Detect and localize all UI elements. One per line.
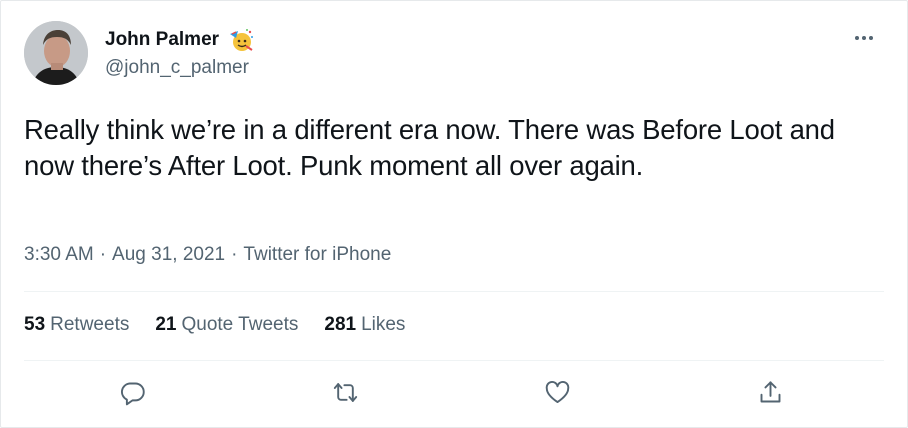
reply-icon[interactable] xyxy=(112,372,152,412)
user-info: John Palmer @john_c_palmer xyxy=(105,28,254,80)
stat-label: Likes xyxy=(361,314,406,335)
party-face-icon xyxy=(228,28,254,52)
stat-quote-tweets[interactable]: 21 Quote Tweets xyxy=(155,313,298,337)
action-bar xyxy=(0,372,908,412)
tweet-date[interactable]: Aug 31, 2021 xyxy=(112,244,225,265)
avatar[interactable] xyxy=(24,21,88,85)
stat-count: 281 xyxy=(324,314,357,335)
stat-likes[interactable]: 281 Likes xyxy=(324,313,405,337)
meta-separator: · xyxy=(99,244,107,265)
stat-label: Quote Tweets xyxy=(181,314,299,335)
divider xyxy=(24,291,884,292)
divider xyxy=(24,360,884,361)
meta-separator: · xyxy=(231,244,238,265)
tweet-source[interactable]: Twitter for iPhone xyxy=(243,244,391,265)
display-name[interactable]: John Palmer xyxy=(105,28,219,52)
tweet-meta: 3:30 AM · Aug 31, 2021 · Twitter for iPhone xyxy=(24,243,391,267)
more-options-icon[interactable] xyxy=(850,26,878,50)
tweet-stats: 53 Retweets 21 Quote Tweets 281 Likes xyxy=(24,313,405,337)
retweet-icon[interactable] xyxy=(325,372,365,412)
avatar-photo xyxy=(24,21,88,85)
share-icon[interactable] xyxy=(750,372,790,412)
tweet-time[interactable]: 3:30 AM xyxy=(24,244,94,265)
stat-count: 53 xyxy=(24,314,46,335)
user-handle[interactable]: @john_c_palmer xyxy=(105,56,254,80)
stat-count: 21 xyxy=(155,314,177,335)
stat-label: Retweets xyxy=(50,314,130,335)
stat-retweets[interactable]: 53 Retweets xyxy=(24,313,129,337)
tweet-text: Really think we’re in a different era no… xyxy=(24,114,835,181)
like-icon[interactable] xyxy=(537,372,577,412)
